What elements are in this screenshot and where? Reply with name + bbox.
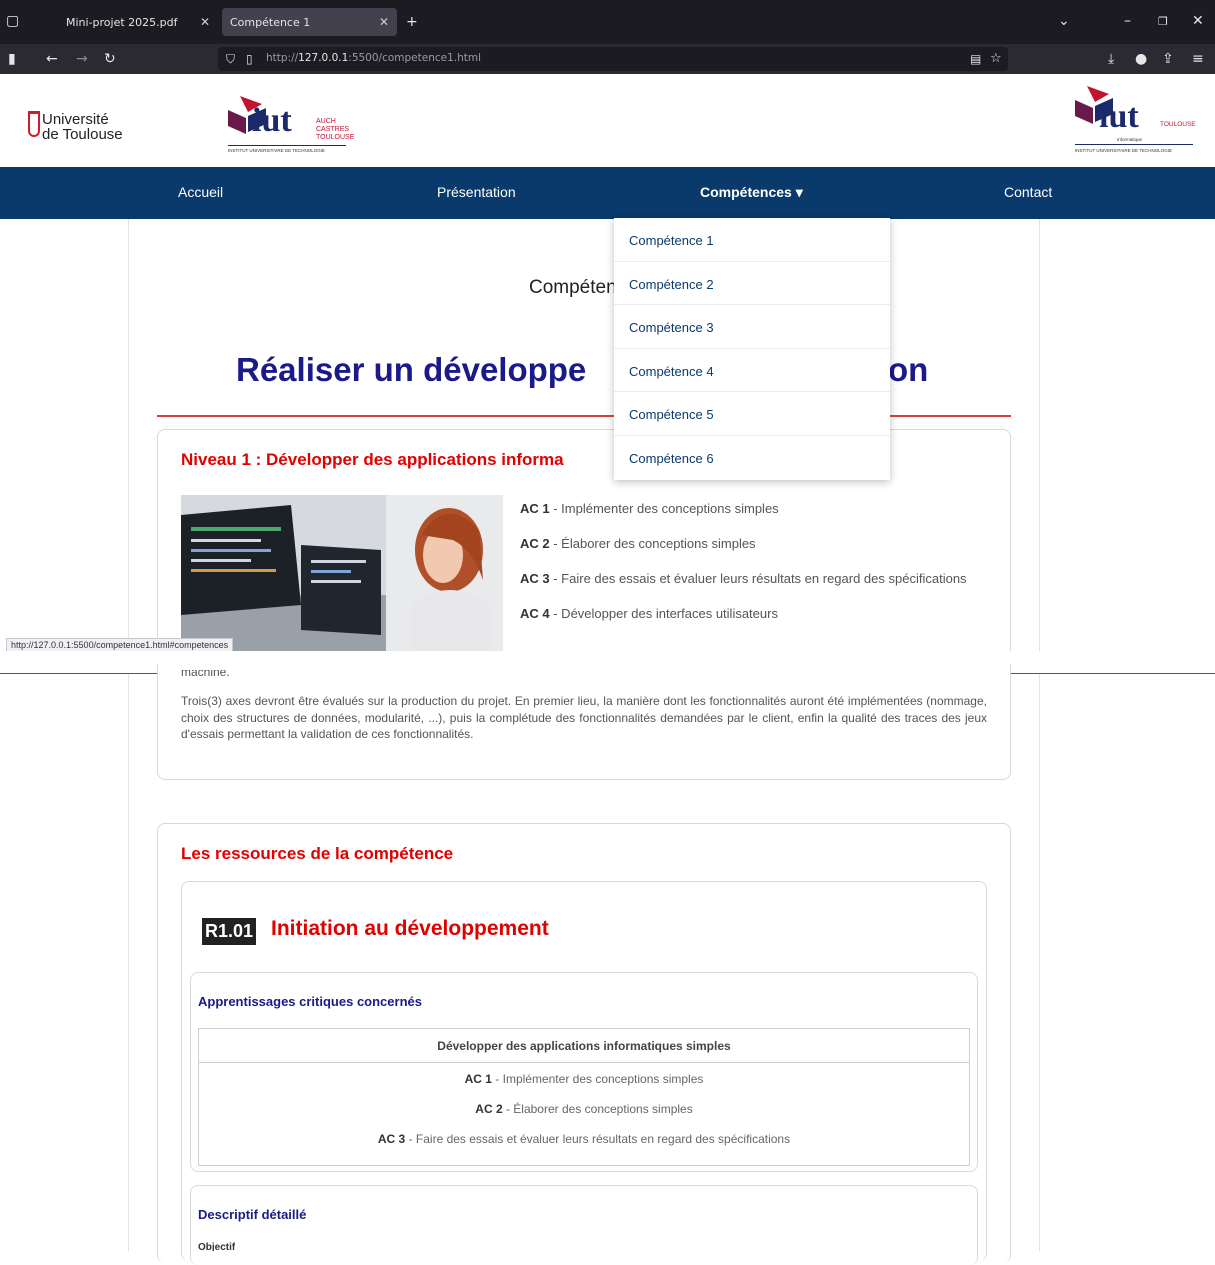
dropdown-item-competence-5[interactable]: Compétence 5 [614,392,890,436]
nav-accueil[interactable]: Accueil [178,184,223,200]
dropdown-item-competence-1[interactable]: Compétence 1 [614,218,890,262]
close-tab-icon[interactable]: ✕ [200,15,210,29]
ut-line2: de Toulouse [42,126,123,143]
dropdown-item-competence-6[interactable]: Compétence 6 [614,436,890,480]
bookmark-star-icon[interactable]: ☆ [990,52,1002,66]
page-icon: ▯ [246,52,253,66]
ac-item-4: AC 4 - Développer des interfaces utilisa… [520,606,778,621]
table-row: AC 3 - Faire des essais et évaluer leurs… [377,1132,791,1146]
ac-item-1: AC 1 - Implémenter des conceptions simpl… [520,501,779,516]
download-icon[interactable]: ⤓ [1108,52,1114,66]
table-row: AC 1 - Implémenter des conceptions simpl… [464,1072,704,1086]
menu-icon[interactable]: ≡ [1192,52,1204,66]
account-icon[interactable]: ● [1135,52,1147,66]
iut2-tag: Informatique [1117,137,1143,142]
page-title-right: on [888,351,929,388]
objectif-label: Objectif [198,1242,236,1251]
iut-auch-castres-toulouse-logo[interactable]: iut AUCH CASTRES TOULOUSE INSTITUT UNIVE… [228,96,358,158]
dropdown-item-competence-3[interactable]: Compétence 3 [614,305,890,349]
ac-table-header: Développer des applications informatique… [199,1029,969,1063]
link-status-bar: http://127.0.0.1:5500/competence1.html#c… [6,638,234,652]
level-title: Niveau 1 : Développer des applications i… [181,450,564,469]
page-title-left: Réaliser un développe [236,351,587,388]
web-page: Université de Toulouse iut AUCH CASTRES … [0,74,1215,1265]
new-tab-icon[interactable]: + [406,15,418,29]
sidebar-icon[interactable]: ▮ [8,52,16,66]
back-icon[interactable]: ← [46,52,58,66]
extensions-icon[interactable]: ⇪ [1162,52,1174,66]
restore-icon[interactable]: ❐ [1158,15,1168,29]
dropdown-item-competence-4[interactable]: Compétence 4 [614,349,890,393]
minimize-icon[interactable]: – [1124,14,1131,28]
nav-presentation[interactable]: Présentation [437,184,516,200]
main-nav: Accueil Présentation Compétences ▾ Conta… [0,167,1215,219]
tab-title: Mini-projet 2025.pdf [66,15,178,29]
iut-toulouse-informatique-logo[interactable]: iut TOULOUSE Informatique INSTITUT UNIVE… [1075,86,1196,158]
reload-icon[interactable]: ↻ [104,52,116,66]
browser-tab-bar: ▢ Mini-projet 2025.pdf ✕ Compétence 1 ✕ … [0,0,1215,44]
competence-subtitle: Compéten [529,277,617,298]
iut-subtitle: INSTITUT UNIVERSITAIRE DE TECHNOLOGIE [1075,148,1173,153]
description-card [190,1185,978,1265]
resource-name: Initiation au développement [271,917,549,940]
nav-competences[interactable]: Compétences ▾ [700,184,803,201]
table-row: AC 2 - Élaborer des conceptions simples [475,1102,693,1116]
ac-item-3: AC 3 - Faire des essais et évaluer leurs… [520,571,967,586]
close-window-icon[interactable]: ✕ [1192,14,1204,28]
nav-contact[interactable]: Contact [1004,184,1052,200]
ut-logo-icon [22,111,40,137]
partial-text: machine. [181,670,230,676]
browser-toolbar: ▮ ← → ↻ ⛉ ▯ http://127.0.0.1:5500/compet… [0,44,1215,74]
tab-mini-projet[interactable]: Mini-projet 2025.pdf ✕ [58,8,218,36]
tab-competence-1[interactable]: Compétence 1 ✕ [222,8,397,36]
ac-concerned-title: Apprentissages critiques concernés [198,994,422,1009]
url-text: http://127.0.0.1:5500/competence1.html [266,52,482,64]
shield-icon: ⛉ [226,52,236,66]
tab-list-chevron-icon[interactable]: ⌄ [1058,14,1070,28]
description-title: Descriptif détaillé [198,1207,307,1222]
dropdown-item-competence-2[interactable]: Compétence 2 [614,262,890,306]
competences-dropdown: Compétence 1 Compétence 2 Compétence 3 C… [614,218,890,480]
forward-icon[interactable]: → [76,52,88,66]
iut-subtitle: INSTITUT UNIVERSITAIRE DE TECHNOLOGIE [228,148,326,153]
ac-table: Développer des applications informatique… [198,1028,970,1166]
close-tab-icon[interactable]: ✕ [379,15,389,29]
universite-toulouse-logo[interactable]: Université de Toulouse [20,109,150,149]
evaluation-paragraph: Trois(3) axes devront être évalués sur l… [181,694,987,741]
tab-title: Compétence 1 [230,15,311,29]
developer-illustration-image [181,495,503,651]
reader-view-icon[interactable]: ▤ [970,52,981,66]
tab-overview-icon[interactable]: ▢ [6,14,19,28]
url-bar[interactable]: ⛉ ▯ http://127.0.0.1:5500/competence1.ht… [218,47,1008,71]
iut2-city: TOULOUSE [1160,121,1196,128]
iut-text: iut [1099,98,1139,135]
iut-text: iut [252,102,292,139]
resource-code-badge: R1.01 [202,918,257,945]
resources-title: Les ressources de la compétence [181,844,454,863]
ac-item-2: AC 2 - Élaborer des conceptions simples [520,536,756,551]
iut-cities: AUCH CASTRES TOULOUSE [316,118,355,141]
